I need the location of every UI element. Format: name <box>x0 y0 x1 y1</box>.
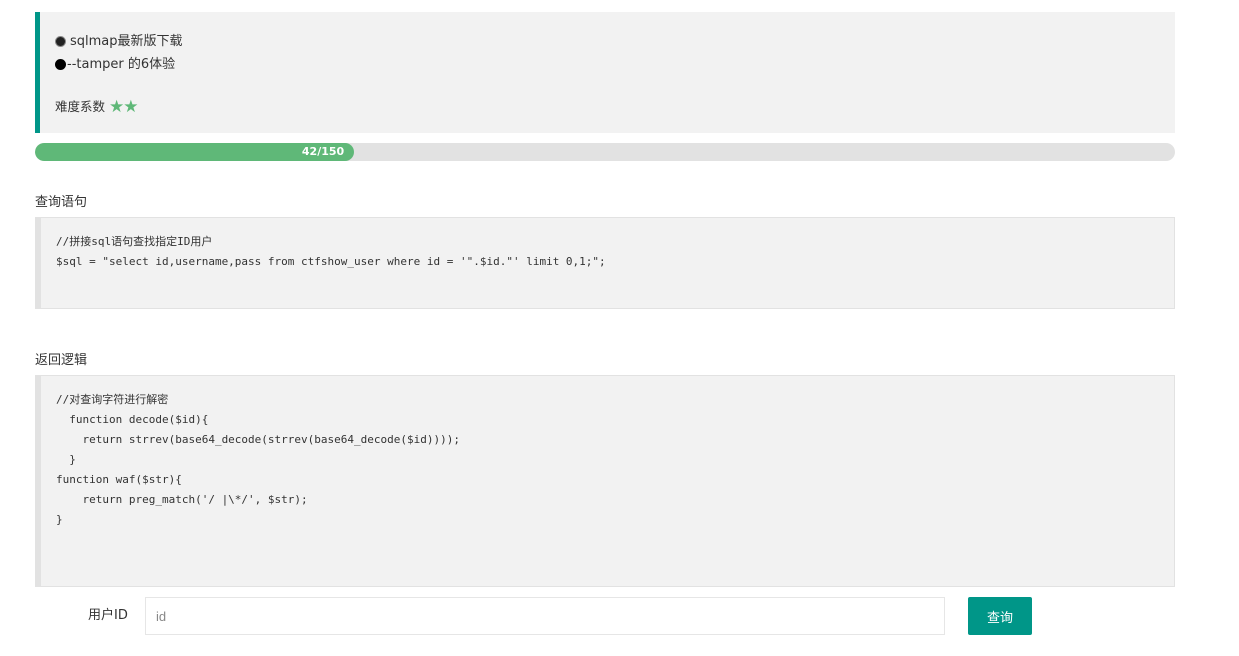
code-line: //对查询字符进行解密 <box>56 393 169 406</box>
code-line: } <box>56 513 63 526</box>
sql-code-block: //拼接sql语句查找指定ID用户 $sql = "select id,user… <box>35 217 1175 309</box>
user-id-label: 用户ID <box>88 608 128 623</box>
progress-text: 42/150 <box>301 145 345 158</box>
code-line: function waf($str){ <box>56 473 182 486</box>
difficulty-row: 难度系数 ★★ <box>55 98 1175 116</box>
challenge-info-panel: sqlmap最新版下载 --tamper 的6体验 难度系数 ★★ <box>35 12 1175 133</box>
logic-code-block: //对查询字符进行解密 function decode($id){ return… <box>35 375 1175 587</box>
code-line: return preg_match('/ |\*/', $str); <box>56 493 308 506</box>
difficulty-label: 难度系数 <box>55 99 106 114</box>
code-line: } <box>56 453 76 466</box>
black-circle-icon <box>55 59 66 70</box>
code-line: $sql = "select id,username,pass from ctf… <box>56 255 606 268</box>
star-rating-icon: ★★ <box>109 97 139 117</box>
progress-bar: 42/150 <box>35 143 1175 161</box>
radio-dot-icon <box>55 36 66 47</box>
logic-section-title: 返回逻辑 <box>35 353 88 368</box>
query-form: 用户ID 查询 <box>0 597 1239 635</box>
code-line: //拼接sql语句查找指定ID用户 <box>56 235 213 248</box>
code-line: function decode($id){ <box>56 413 209 426</box>
progress-fill: 42/150 <box>35 143 355 161</box>
bullet-item: --tamper 的6体验 <box>55 53 1175 76</box>
sql-section-title: 查询语句 <box>35 195 88 210</box>
code-line: return strrev(base64_decode(strrev(base6… <box>56 433 460 446</box>
bullet-item: sqlmap最新版下载 <box>55 30 1175 53</box>
user-id-input[interactable] <box>145 597 945 635</box>
query-button[interactable]: 查询 <box>968 597 1032 635</box>
bullet-text: sqlmap最新版下载 <box>70 34 183 49</box>
bullet-text: --tamper 的6体验 <box>67 57 176 72</box>
